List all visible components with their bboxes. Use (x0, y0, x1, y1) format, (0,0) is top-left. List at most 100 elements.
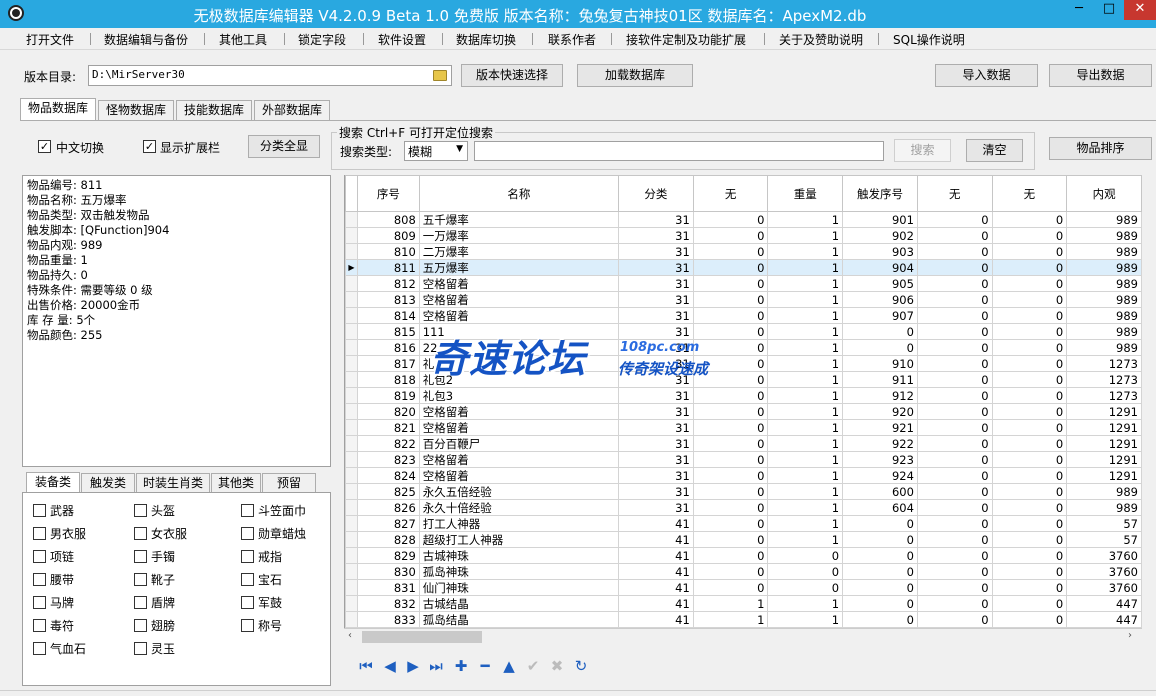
table-row[interactable]: 814 空格留着 31 0 1 907 0 0 989 (345, 307, 1142, 324)
table-cell[interactable]: 31 (618, 243, 694, 260)
table-cell[interactable]: 31 (618, 291, 694, 308)
last-icon[interactable]: ⏭ (426, 656, 446, 676)
table-cell[interactable]: 924 (842, 467, 918, 484)
table-row[interactable]: 817 礼 31 0 1 910 0 0 1273 (345, 355, 1142, 372)
table-cell[interactable]: 0 (692, 211, 769, 228)
table-cell[interactable]: 一万爆率 (418, 227, 620, 244)
table-cell[interactable]: 0 (916, 227, 993, 244)
chinese-switch-checkbox[interactable]: ✓ (38, 140, 51, 153)
minimize-button[interactable]: ─ (1064, 0, 1094, 20)
table-cell[interactable]: 808 (356, 211, 420, 228)
category-checkbox[interactable] (241, 619, 254, 632)
table-cell[interactable]: 0 (991, 291, 1068, 308)
table-cell[interactable]: 空格留着 (418, 307, 620, 324)
row-indicator[interactable] (345, 435, 358, 452)
table-cell[interactable]: 447 (1066, 611, 1142, 628)
table-cell[interactable]: 0 (991, 611, 1068, 628)
table-cell[interactable]: 仙门神珠 (418, 579, 620, 596)
table-cell[interactable]: 1 (767, 435, 844, 452)
table-cell[interactable]: 604 (842, 499, 918, 516)
row-indicator[interactable] (345, 211, 358, 228)
table-cell[interactable]: 礼包3 (418, 387, 620, 404)
table-cell[interactable]: 1291 (1066, 419, 1142, 436)
table-cell[interactable]: 1 (767, 531, 844, 548)
category-checkbox[interactable] (134, 550, 147, 563)
category-checkbox[interactable] (241, 573, 254, 586)
table-cell[interactable]: 空格留着 (418, 291, 620, 308)
table-cell[interactable]: 0 (916, 595, 993, 612)
import-button[interactable]: 导入数据 (935, 64, 1038, 87)
table-cell[interactable]: 818 (356, 371, 420, 388)
tab-trigger[interactable]: 触发类 (81, 473, 135, 493)
table-cell[interactable]: 1273 (1066, 371, 1142, 388)
table-cell[interactable]: 31 (618, 483, 694, 500)
table-cell[interactable]: 0 (692, 355, 769, 372)
table-cell[interactable]: 0 (692, 371, 769, 388)
table-cell[interactable]: 0 (991, 467, 1068, 484)
category-checkbox[interactable] (134, 596, 147, 609)
table-cell[interactable]: 989 (1066, 275, 1142, 292)
table-cell[interactable]: 古城结晶 (418, 595, 620, 612)
table-cell[interactable]: 0 (692, 275, 769, 292)
table-cell[interactable]: 0 (916, 275, 993, 292)
table-cell[interactable]: 822 (356, 435, 420, 452)
table-cell[interactable]: 空格留着 (418, 403, 620, 420)
tab-other[interactable]: 其他类 (211, 473, 261, 493)
insert-icon[interactable]: ✚ (451, 656, 471, 676)
table-cell[interactable]: 0 (991, 259, 1068, 276)
table-cell[interactable]: 816 (356, 339, 420, 356)
category-checkbox[interactable] (33, 642, 46, 655)
table-row[interactable]: 824 空格留着 31 0 1 924 0 0 1291 (345, 467, 1142, 484)
table-row[interactable]: 830 孤岛神珠 41 0 0 0 0 0 3760 (345, 563, 1142, 580)
table-row[interactable]: 819 礼包3 31 0 1 912 0 0 1273 (345, 387, 1142, 404)
row-indicator[interactable] (345, 323, 358, 340)
delete-icon[interactable]: ━ (475, 656, 495, 676)
table-cell[interactable]: 22 (418, 339, 620, 356)
category-checkbox[interactable] (33, 550, 46, 563)
table-cell[interactable]: 0 (916, 307, 993, 324)
table-cell[interactable]: 1 (767, 483, 844, 500)
row-indicator[interactable] (345, 547, 358, 564)
menu-about[interactable]: 关于及赞助说明 (779, 31, 863, 48)
table-cell[interactable]: 31 (618, 499, 694, 516)
table-cell[interactable]: 孤岛神珠 (418, 563, 620, 580)
table-cell[interactable]: 111 (418, 323, 620, 340)
table-cell[interactable]: 910 (842, 355, 918, 372)
table-cell[interactable]: 0 (991, 387, 1068, 404)
table-cell[interactable]: 0 (991, 275, 1068, 292)
table-cell[interactable]: 0 (692, 531, 769, 548)
table-cell[interactable]: 923 (842, 451, 918, 468)
row-indicator[interactable] (345, 307, 358, 324)
item-grid[interactable]: 序号 名称 分类无重量 触发序号无无内观 808 五千爆率 31 0 1 901 0 0 989 809… (344, 175, 1142, 628)
table-cell[interactable]: 41 (618, 547, 694, 564)
table-cell[interactable]: 五千爆率 (418, 211, 620, 228)
table-cell[interactable]: 1 (767, 467, 844, 484)
table-cell[interactable]: 830 (356, 563, 420, 580)
item-sort-button[interactable]: 物品排序 (1049, 137, 1152, 160)
table-cell[interactable]: 0 (991, 323, 1068, 340)
table-cell[interactable]: 0 (916, 355, 993, 372)
table-cell[interactable]: 0 (692, 515, 769, 532)
table-cell[interactable]: 1 (767, 387, 844, 404)
table-cell[interactable]: 0 (916, 211, 993, 228)
table-cell[interactable]: 906 (842, 291, 918, 308)
row-indicator[interactable] (345, 515, 358, 532)
row-indicator[interactable] (345, 483, 358, 500)
table-cell[interactable]: 0 (916, 387, 993, 404)
table-cell[interactable]: 0 (991, 243, 1068, 260)
table-cell[interactable]: 0 (916, 483, 993, 500)
table-cell[interactable]: 0 (842, 579, 918, 596)
table-cell[interactable]: 1 (767, 403, 844, 420)
table-cell[interactable]: 0 (991, 435, 1068, 452)
search-type-select[interactable]: 模糊 ▼ (404, 141, 468, 161)
row-indicator[interactable] (345, 403, 358, 420)
row-indicator[interactable] (345, 243, 358, 260)
table-cell[interactable]: 0 (916, 563, 993, 580)
table-cell[interactable]: 31 (618, 355, 694, 372)
column-header[interactable]: 无 (916, 175, 993, 212)
column-header[interactable]: 无 (991, 175, 1068, 212)
table-cell[interactable]: 1 (767, 611, 844, 628)
table-cell[interactable]: 31 (618, 371, 694, 388)
table-cell[interactable]: 31 (618, 403, 694, 420)
column-header[interactable]: 序号 (356, 175, 420, 212)
